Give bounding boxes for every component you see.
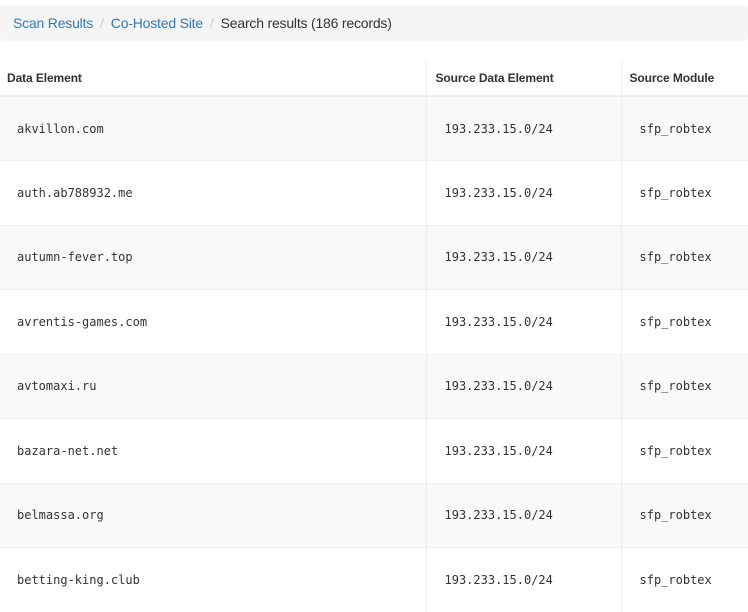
cell-source-data-element: 193.233.15.0/24 [426,354,621,419]
cell-source-module: sfp_robtex [621,419,748,484]
cell-data-element: betting-king.club [0,548,426,612]
cell-source-module: sfp_robtex [621,483,748,548]
table-row: bazara-net.net 193.233.15.0/24 sfp_robte… [0,419,748,484]
cell-source-module: sfp_robtex [621,354,748,419]
table-row: auth.ab788932.me 193.233.15.0/24 sfp_rob… [0,161,748,226]
breadcrumb-separator: / [93,15,111,31]
cell-data-element: avtomaxi.ru [0,354,426,419]
cell-source-data-element: 193.233.15.0/24 [426,290,621,355]
column-header-source-module[interactable]: Source Module [621,61,748,96]
breadcrumb-separator: / [203,15,221,31]
table-header-row: Data Element Source Data Element Source … [0,61,748,96]
table-row: avtomaxi.ru 193.233.15.0/24 sfp_robtex [0,354,748,419]
table-row: avrentis-games.com 193.233.15.0/24 sfp_r… [0,290,748,355]
cell-data-element: autumn-fever.top [0,225,426,290]
cell-source-module: sfp_robtex [621,548,748,612]
cell-source-module: sfp_robtex [621,225,748,290]
breadcrumb-current: Search results (186 records) [221,15,392,31]
cell-data-element: belmassa.org [0,483,426,548]
cell-source-data-element: 193.233.15.0/24 [426,548,621,612]
cell-source-data-element: 193.233.15.0/24 [426,96,621,161]
breadcrumb-link-co-hosted-site[interactable]: Co-Hosted Site [111,15,203,31]
table-row: autumn-fever.top 193.233.15.0/24 sfp_rob… [0,225,748,290]
table-row: betting-king.club 193.233.15.0/24 sfp_ro… [0,548,748,612]
cell-source-module: sfp_robtex [621,96,748,161]
breadcrumb-link-scan-results[interactable]: Scan Results [13,15,93,31]
column-header-data-element[interactable]: Data Element [0,61,426,96]
column-header-source-data-element[interactable]: Source Data Element [426,61,621,96]
table-row: akvillon.com 193.233.15.0/24 sfp_robtex [0,96,748,161]
cell-source-data-element: 193.233.15.0/24 [426,483,621,548]
breadcrumb: Scan Results / Co-Hosted Site / Search r… [0,5,748,41]
cell-source-data-element: 193.233.15.0/24 [426,419,621,484]
cell-source-data-element: 193.233.15.0/24 [426,161,621,226]
cell-source-module: sfp_robtex [621,161,748,226]
results-table: Data Element Source Data Element Source … [0,61,748,612]
cell-data-element: auth.ab788932.me [0,161,426,226]
table-row: belmassa.org 193.233.15.0/24 sfp_robtex [0,483,748,548]
cell-data-element: bazara-net.net [0,419,426,484]
cell-source-data-element: 193.233.15.0/24 [426,225,621,290]
cell-data-element: akvillon.com [0,96,426,161]
cell-data-element: avrentis-games.com [0,290,426,355]
cell-source-module: sfp_robtex [621,290,748,355]
